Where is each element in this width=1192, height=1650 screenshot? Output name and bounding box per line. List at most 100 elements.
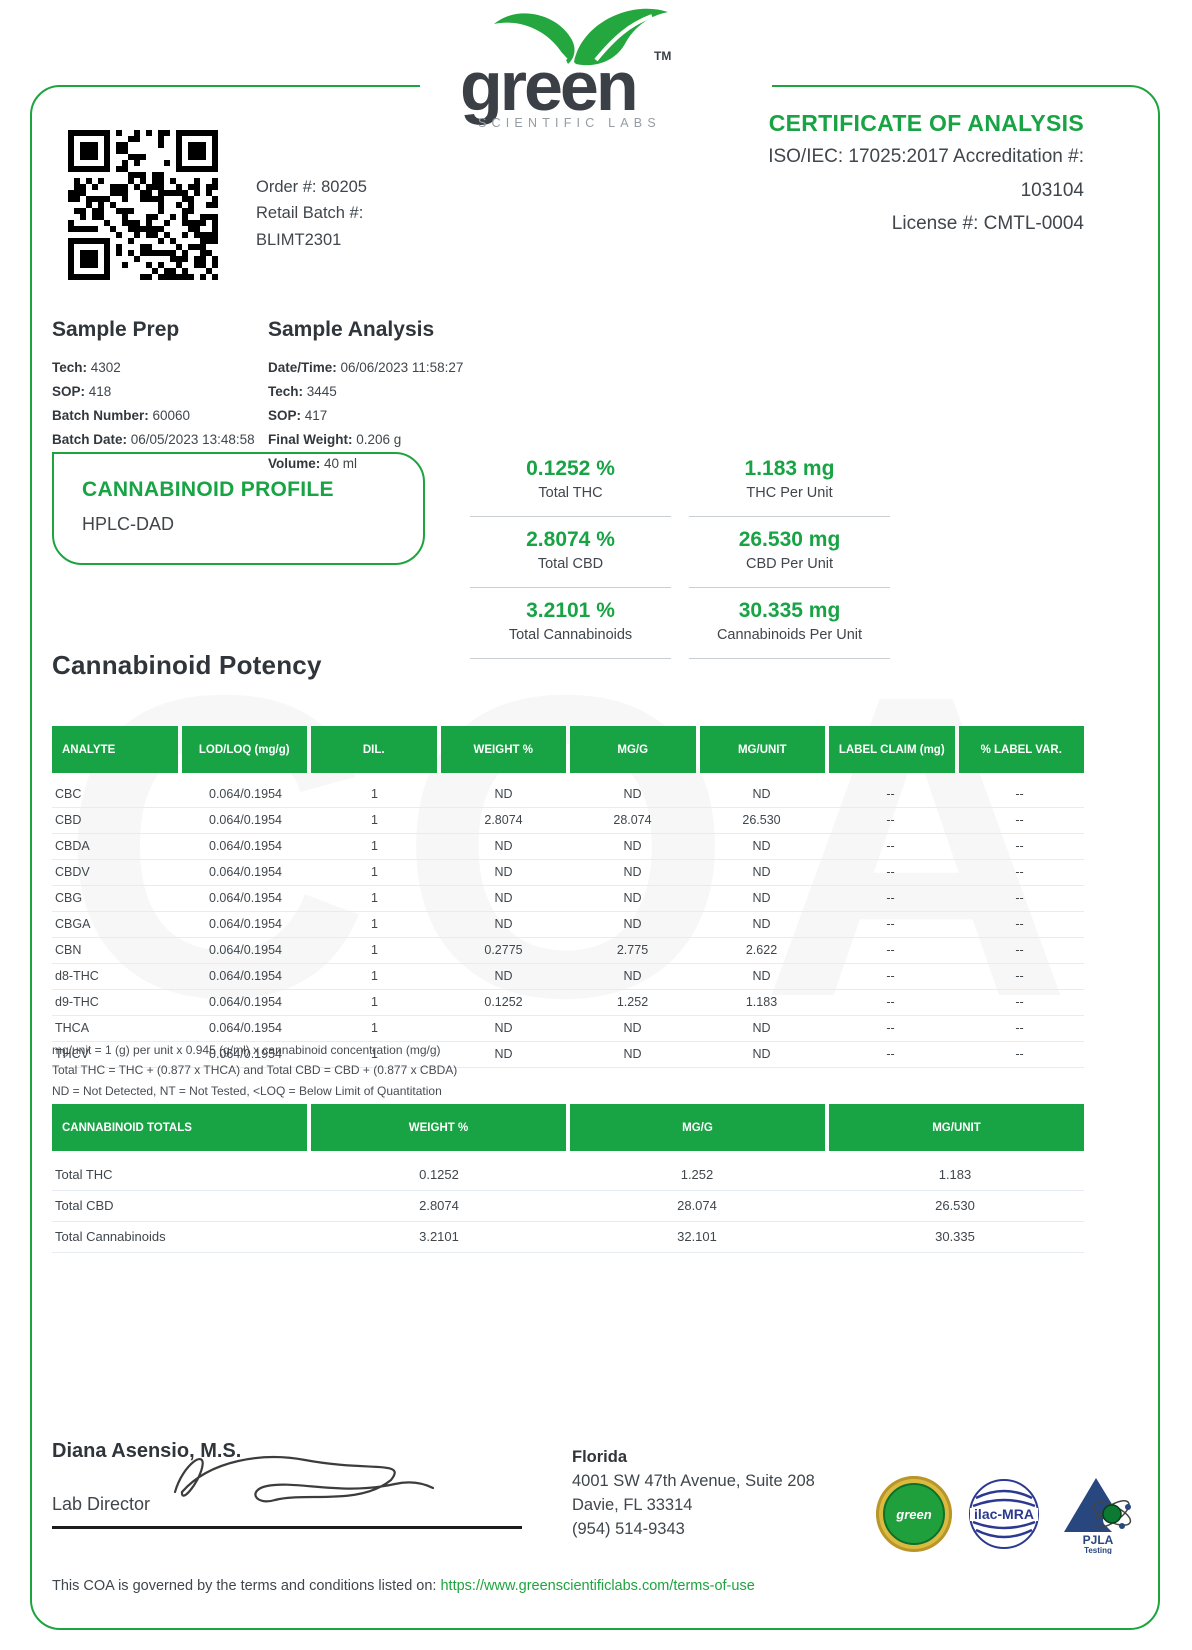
table-cell: 26.530 xyxy=(697,808,826,833)
table-cell: ND xyxy=(568,782,697,807)
cannabinoid-profile-title: CANNABINOID PROFILE xyxy=(82,478,423,502)
table-cell: ND xyxy=(439,834,568,859)
table-cell: 0.064/0.1954 xyxy=(181,834,310,859)
table-cell: 2.622 xyxy=(697,938,826,963)
order-info: Order #: 80205 Retail Batch #: BLIMT2301 xyxy=(256,174,367,253)
table-cell: 0.064/0.1954 xyxy=(181,990,310,1015)
cannabinoid-totals-table: CANNABINOID TOTALSWEIGHT %MG/GMG/UNIT To… xyxy=(52,1104,1084,1253)
table-row: CBN0.064/0.195410.27752.7752.622---- xyxy=(52,938,1084,964)
table-cell: -- xyxy=(826,782,955,807)
summary-label: Cannabinoids Per Unit xyxy=(689,627,890,643)
column-header: LABEL CLAIM (mg) xyxy=(829,726,955,773)
column-header: DIL. xyxy=(311,726,437,773)
table-cell: -- xyxy=(826,1016,955,1041)
footnote-line: Total THC = THC + (0.877 x THCA) and Tot… xyxy=(52,1060,457,1080)
table-cell: ND xyxy=(439,860,568,885)
table-cell: 1.183 xyxy=(697,990,826,1015)
table-cell: 1 xyxy=(310,1016,439,1041)
summary-value: 0.1252 % xyxy=(470,457,671,481)
field-row: Date/Time: 06/06/2023 11:58:27 xyxy=(268,356,463,380)
table-cell: 0.064/0.1954 xyxy=(181,808,310,833)
table-cell: -- xyxy=(955,808,1084,833)
field-label: Date/Time: xyxy=(268,360,337,375)
table-cell: ND xyxy=(697,1016,826,1041)
table-cell: d9-THC xyxy=(52,990,181,1015)
table-cell: ND xyxy=(697,860,826,885)
lab-state: Florida xyxy=(572,1446,815,1470)
totals-table-body: Total THC0.12521.2521.183Total CBD2.8074… xyxy=(52,1160,1084,1253)
sample-prep-title: Sample Prep xyxy=(52,318,255,342)
column-header: LOD/LOQ (mg/g) xyxy=(182,726,308,773)
retail-batch-value: BLIMT2301 xyxy=(256,227,367,253)
sample-prep-fields: Tech: 4302SOP: 418Batch Number: 60060Bat… xyxy=(52,356,255,452)
table-cell: Total THC xyxy=(52,1160,310,1190)
summary-cbd-per-unit: 26.530 mg CBD Per Unit xyxy=(689,517,890,588)
table-cell: -- xyxy=(955,912,1084,937)
table-cell: -- xyxy=(955,938,1084,963)
table-cell: 1 xyxy=(310,808,439,833)
qr-code xyxy=(68,130,218,285)
field-label: SOP: xyxy=(268,408,301,423)
table-cell: -- xyxy=(826,886,955,911)
table-cell: 1 xyxy=(310,990,439,1015)
terms-of-use-link[interactable]: https://www.greenscientificlabs.com/term… xyxy=(440,1578,754,1594)
table-cell: -- xyxy=(826,912,955,937)
table-cell: 1.252 xyxy=(568,1160,826,1190)
table-row: CBGA0.064/0.19541NDNDND---- xyxy=(52,912,1084,938)
table-cell: 1 xyxy=(310,782,439,807)
table-cell: 0.064/0.1954 xyxy=(181,964,310,989)
order-number: Order #: 80205 xyxy=(256,174,367,200)
table-cell: 1 xyxy=(310,860,439,885)
potency-table-header: ANALYTELOD/LOQ (mg/g)DIL.WEIGHT %MG/GMG/… xyxy=(52,726,1084,773)
field-label: Tech: xyxy=(52,360,87,375)
summary-label: Total Cannabinoids xyxy=(470,627,671,643)
logo-wordmark: green xyxy=(460,47,636,125)
sample-analysis-title: Sample Analysis xyxy=(268,318,463,342)
table-cell: -- xyxy=(955,782,1084,807)
table-cell: 0.064/0.1954 xyxy=(181,1016,310,1041)
column-header: MG/UNIT xyxy=(829,1104,1084,1151)
table-cell: 1 xyxy=(310,912,439,937)
table-cell: 1 xyxy=(310,938,439,963)
potency-table-body: CBC0.064/0.19541NDNDND----CBD0.064/0.195… xyxy=(52,782,1084,1068)
pjla-sublabel: Testing xyxy=(1084,1546,1112,1554)
table-cell: 0.064/0.1954 xyxy=(181,886,310,911)
table-cell: -- xyxy=(955,1016,1084,1041)
table-cell: CBC xyxy=(52,782,181,807)
field-label: SOP: xyxy=(52,384,85,399)
table-cell: ND xyxy=(697,886,826,911)
summary-label: Total CBD xyxy=(470,556,671,572)
column-header: CANNABINOID TOTALS xyxy=(52,1104,307,1151)
ilac-mra-label: ilac-MRA xyxy=(974,1506,1034,1522)
cannabinoid-profile-box: CANNABINOID PROFILE HPLC-DAD xyxy=(52,452,425,565)
table-cell: -- xyxy=(955,834,1084,859)
field-row: SOP: 417 xyxy=(268,404,463,428)
field-row: Final Weight: 0.206 g xyxy=(268,428,463,452)
table-cell: CBN xyxy=(52,938,181,963)
table-cell: ND xyxy=(568,860,697,885)
table-cell: CBD xyxy=(52,808,181,833)
lab-address-block: Florida 4001 SW 47th Avenue, Suite 208 D… xyxy=(572,1446,815,1542)
column-header: MG/G xyxy=(570,726,696,773)
cannabinoid-potency-title: Cannabinoid Potency xyxy=(52,650,322,681)
table-cell: 2.775 xyxy=(568,938,697,963)
lab-address-line1: 4001 SW 47th Avenue, Suite 208 xyxy=(572,1470,815,1494)
lab-phone: (954) 514-9343 xyxy=(572,1518,815,1542)
pjla-badge-icon: PJLA Testing xyxy=(1056,1474,1140,1554)
table-cell: ND xyxy=(568,1042,697,1067)
summary-total-cbd: 2.8074 % Total CBD xyxy=(470,517,671,588)
table-cell: -- xyxy=(826,964,955,989)
table-cell: 0.2775 xyxy=(439,938,568,963)
summary-total-cannabinoids: 3.2101 % Total Cannabinoids xyxy=(470,588,671,659)
table-cell: CBDA xyxy=(52,834,181,859)
table-row: Total THC0.12521.2521.183 xyxy=(52,1160,1084,1191)
table-row: CBC0.064/0.19541NDNDND---- xyxy=(52,782,1084,808)
table-cell: Total Cannabinoids xyxy=(52,1222,310,1252)
summary-value: 2.8074 % xyxy=(470,528,671,552)
summary-label: THC Per Unit xyxy=(689,485,890,501)
field-label: Batch Number: xyxy=(52,408,149,423)
potency-summary: 0.1252 % Total THC 1.183 mg THC Per Unit… xyxy=(470,446,890,659)
table-cell: -- xyxy=(826,938,955,963)
table-row: CBD0.064/0.195412.807428.07426.530---- xyxy=(52,808,1084,834)
table-cell: ND xyxy=(439,886,568,911)
